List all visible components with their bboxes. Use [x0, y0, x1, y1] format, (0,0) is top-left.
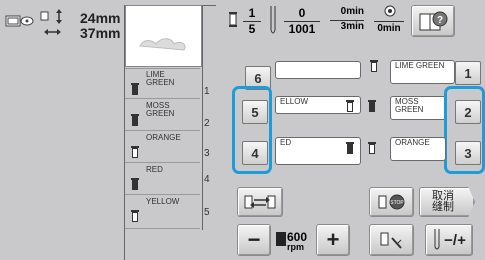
- spool-3-button[interactable]: 3: [455, 141, 481, 165]
- speed-plus-button[interactable]: +: [316, 224, 350, 256]
- spool-icon: [368, 100, 376, 114]
- spool-top-icon: [228, 12, 238, 28]
- spool-2-button[interactable]: 2: [455, 100, 481, 124]
- spool-icon: [131, 210, 139, 224]
- embroidery-frame-icon: [5, 8, 35, 34]
- row-number: 1: [204, 86, 210, 97]
- needle-position-button[interactable]: −/+: [425, 224, 473, 256]
- svg-text:?: ?: [437, 15, 443, 26]
- time-counter: 0min 3min: [330, 6, 364, 36]
- spool-4-button[interactable]: 4: [242, 141, 268, 165]
- help-button[interactable]: ?: [411, 5, 455, 37]
- list-item[interactable]: MOSS GREEN: [125, 100, 200, 131]
- needle-icon: [267, 6, 279, 36]
- spool-icon: [131, 146, 139, 160]
- thread-trim-icon: [380, 232, 402, 249]
- stop-button[interactable]: STOP: [369, 187, 414, 217]
- spool-1-button[interactable]: 1: [455, 61, 481, 85]
- spool-5-button[interactable]: 5: [242, 100, 268, 124]
- speed-minus-button[interactable]: −: [237, 224, 271, 256]
- speed-display: 600 rpm: [276, 226, 310, 254]
- needle-icon: [434, 229, 440, 250]
- spool-icon: [346, 100, 354, 114]
- size-height: 24mm: [80, 10, 121, 26]
- spool-icon: [368, 142, 376, 156]
- svg-text:STOP: STOP: [390, 200, 404, 206]
- spool-6-slot: [275, 61, 361, 79]
- size-arrows-icon: [39, 8, 77, 38]
- spool-icon: [131, 178, 139, 192]
- list-item[interactable]: ORANGE: [125, 132, 200, 163]
- spool-icon: [370, 60, 378, 74]
- list-item[interactable]: YELLOW: [125, 196, 200, 229]
- bobbin-swap-icon: [244, 195, 276, 209]
- size-width: 37mm: [80, 25, 121, 41]
- color-counter: 0 1001: [284, 6, 320, 36]
- spool-1-slot: LIME GREEN: [390, 60, 455, 84]
- row-number: 5: [204, 207, 210, 218]
- list-item[interactable]: RED: [125, 164, 200, 195]
- bobbin-swap-button[interactable]: [237, 187, 283, 217]
- stitch-counter: 1 5: [243, 6, 261, 36]
- spool-2-slot: MOSS GREEN: [390, 96, 446, 120]
- cancel-sewing-button[interactable]: 取消 缝制: [419, 187, 475, 217]
- spool-icon: [131, 114, 139, 128]
- spool-icon: [131, 83, 139, 97]
- row-number: 3: [204, 148, 210, 159]
- stop-button-icon: STOP: [378, 194, 404, 210]
- spool-3-slot: ORANGE: [390, 137, 446, 161]
- preview-area: [125, 5, 202, 67]
- help-book-icon: ?: [419, 11, 448, 31]
- thread-trim-button[interactable]: [369, 224, 414, 256]
- bobbin-counter: 0min: [372, 5, 406, 38]
- row-number: 4: [204, 174, 210, 185]
- row-number: 2: [204, 118, 210, 129]
- list-item[interactable]: LIME GREEN: [125, 68, 200, 99]
- spool-icon: [346, 142, 354, 156]
